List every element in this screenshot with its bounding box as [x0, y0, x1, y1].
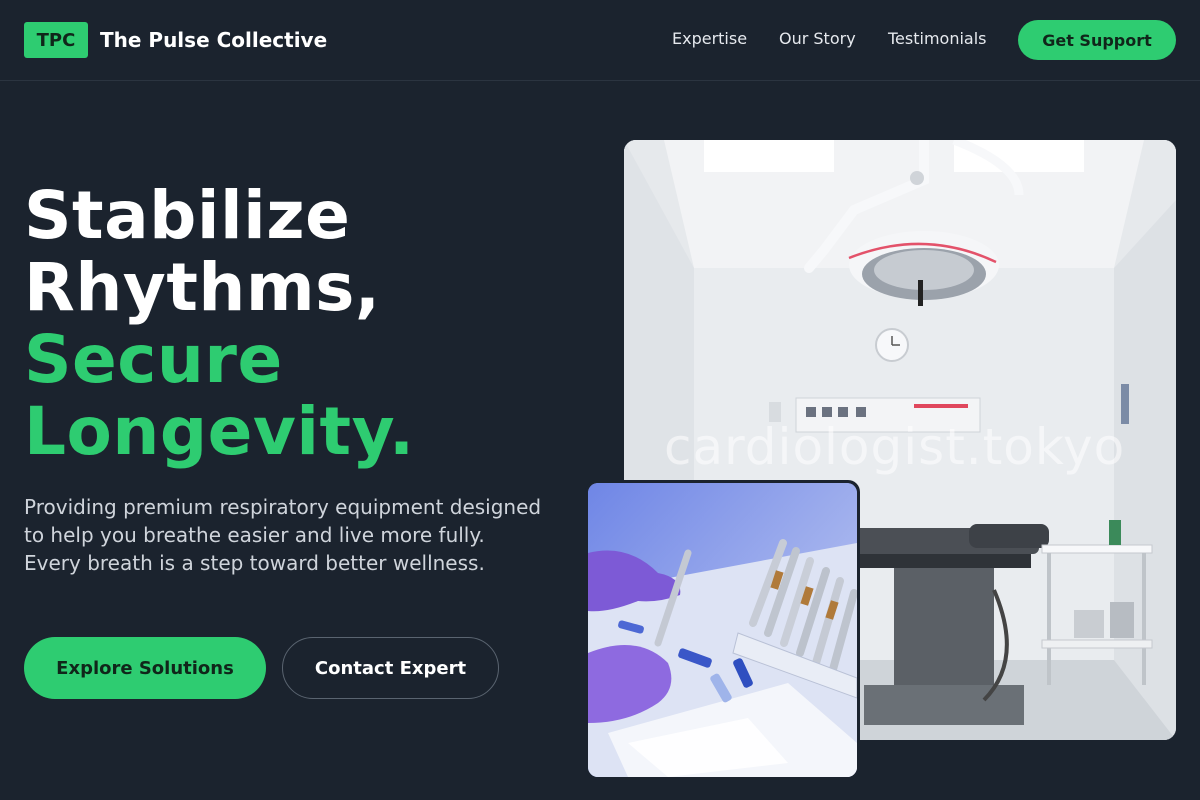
explore-solutions-button[interactable]: Explore Solutions [24, 637, 266, 699]
hero-title-accent-line-2: Longevity. [24, 393, 415, 470]
hero-title-accent-line-1: Secure [24, 321, 283, 398]
site-header: TPC The Pulse Collective Expertise Our S… [0, 0, 1200, 81]
lab-illustration [588, 483, 857, 777]
hero-title-line-1: Stabilize [24, 177, 351, 254]
image-watermark: cardiologist.tokyo [664, 418, 1126, 476]
hero-title-line-2: Rhythms, [24, 249, 381, 326]
brand-logo-badge: TPC [24, 22, 88, 58]
nav-link-our-story[interactable]: Our Story [779, 28, 856, 50]
brand[interactable]: TPC The Pulse Collective [24, 22, 327, 58]
contact-expert-button[interactable]: Contact Expert [282, 637, 499, 699]
hero-title: Stabilize Rhythms, Secure Longevity. [24, 180, 584, 468]
brand-name: The Pulse Collective [100, 28, 328, 52]
lab-inset-image [585, 480, 860, 780]
hero-description: Providing premium respiratory equipment … [24, 495, 542, 575]
get-support-button[interactable]: Get Support [1018, 20, 1176, 60]
lab-inset-photo [588, 483, 857, 777]
nav-link-expertise[interactable]: Expertise [672, 28, 747, 50]
nav-link-testimonials[interactable]: Testimonials [888, 28, 987, 50]
